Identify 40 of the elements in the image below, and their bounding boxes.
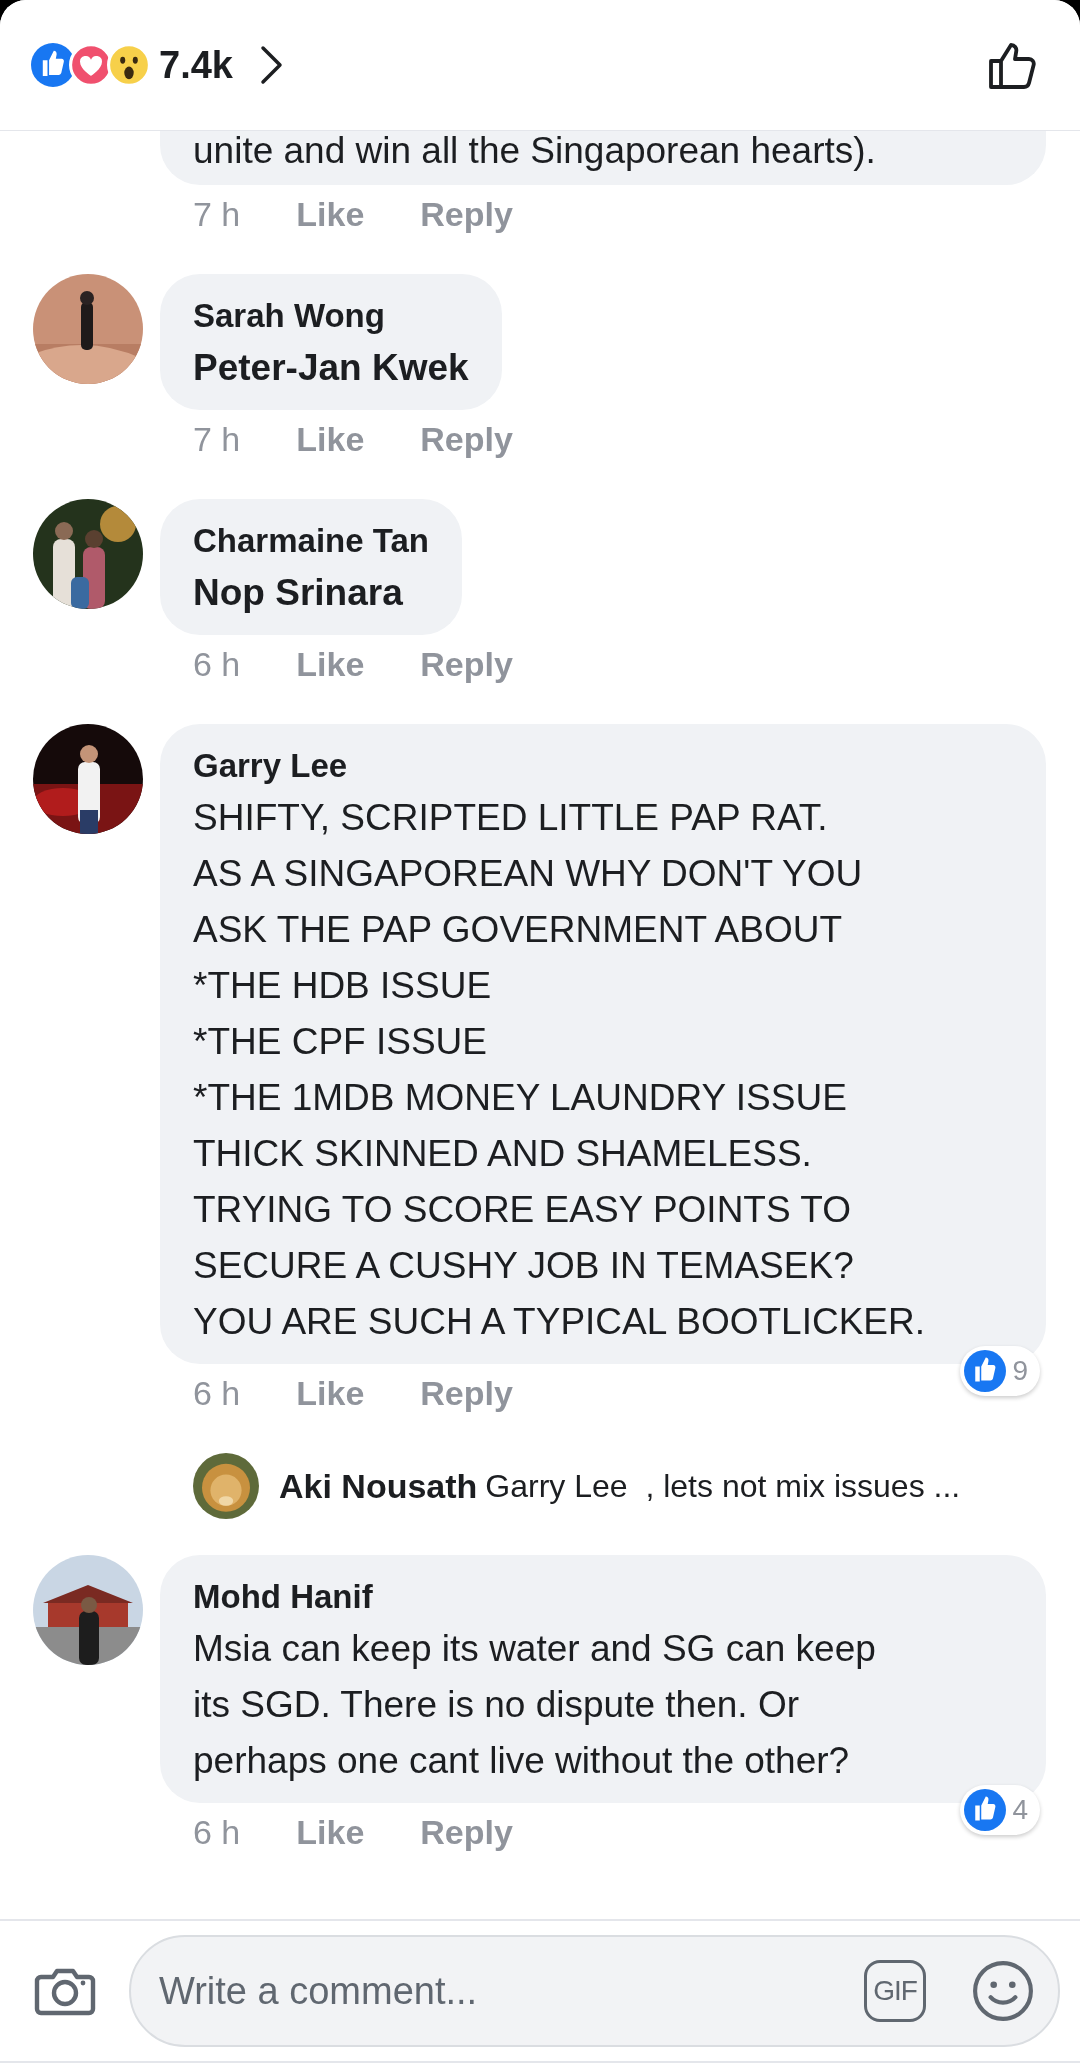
comment-time: 7 h [193,193,241,235]
reply-preview[interactable]: Garry Lee , lets not mix issues ... [485,1462,961,1510]
like-link[interactable]: Like [296,1806,365,1858]
reply-author[interactable]: Aki Nousath [279,1460,478,1512]
emoji-icon[interactable] [972,1960,1034,2022]
like-reaction-icon [964,1789,1007,1831]
reply-link[interactable]: Reply [420,1367,513,1419]
mentioned-name[interactable]: Peter-Jan Kwek [193,340,469,396]
reply-link[interactable]: Reply [420,413,513,465]
reaction-badge[interactable]: 9 [960,1346,1040,1396]
like-link[interactable]: Like [296,413,365,465]
reply-link[interactable]: Reply [420,1806,513,1858]
mentioned-name[interactable]: Nop Srinara [193,565,429,621]
wow-reaction-icon [107,43,151,87]
like-reaction-icon [31,43,75,87]
commenter-name[interactable]: Sarah Wong [193,292,469,340]
commenter-name[interactable]: Charmaine Tan [193,517,429,565]
comment-text: Msia can keep its water and SG can keep its SGD. There is no dispute then. Or perhaps one cant live without the other? [193,1627,877,1783]
reaction-badge[interactable]: 4 [960,1785,1040,1835]
comment-text: unite and win all the Singaporean hearts). [193,131,877,171]
comment-time: 7 h [193,418,241,460]
reaction-count: 4 [1012,1793,1028,1827]
reaction-count[interactable]: 7.4k [159,36,233,94]
gif-button[interactable]: GIF [864,1960,926,2022]
comment-text: SHIFTY, SCRIPTED LITTLE PAP RAT. AS A SINGAPOREAN WHY DON'T YOU ASK THE PAP GOVERNMENT ABOUT *THE HDB ISSUE *THE CPF ISSUE *THE 1MDB MONEY LAUNDRY ISSUE THICK SKINNED AND SHAMELESS. TRYING TO SCORE EASY POINTS TO SECURE A CUSHY JOB IN TEMASEK? YOU ARE SUCH A TYPICAL BOOTLICKER. [193,796,926,1344]
commenter-name[interactable]: Mohd Hanif [193,1573,1013,1621]
chevron-right-icon[interactable] [258,44,285,86]
like-reaction-icon [964,1350,1007,1392]
reaction-count: 9 [1012,1354,1028,1388]
reply-link[interactable]: Reply [420,188,513,240]
commenter-name[interactable]: Garry Lee [193,742,1013,790]
placeholder-text: Write a comment... [159,1968,478,2014]
comment-time: 6 h [193,1372,241,1414]
comment-time: 6 h [193,1811,241,1853]
like-link[interactable]: Like [296,1367,365,1419]
like-link[interactable]: Like [296,188,365,240]
reply-link[interactable]: Reply [420,638,513,690]
comment-input-field[interactable]: Write a comment... GIF [129,1935,1060,2047]
like-link[interactable]: Like [296,638,365,690]
comment-time: 6 h [193,643,241,685]
